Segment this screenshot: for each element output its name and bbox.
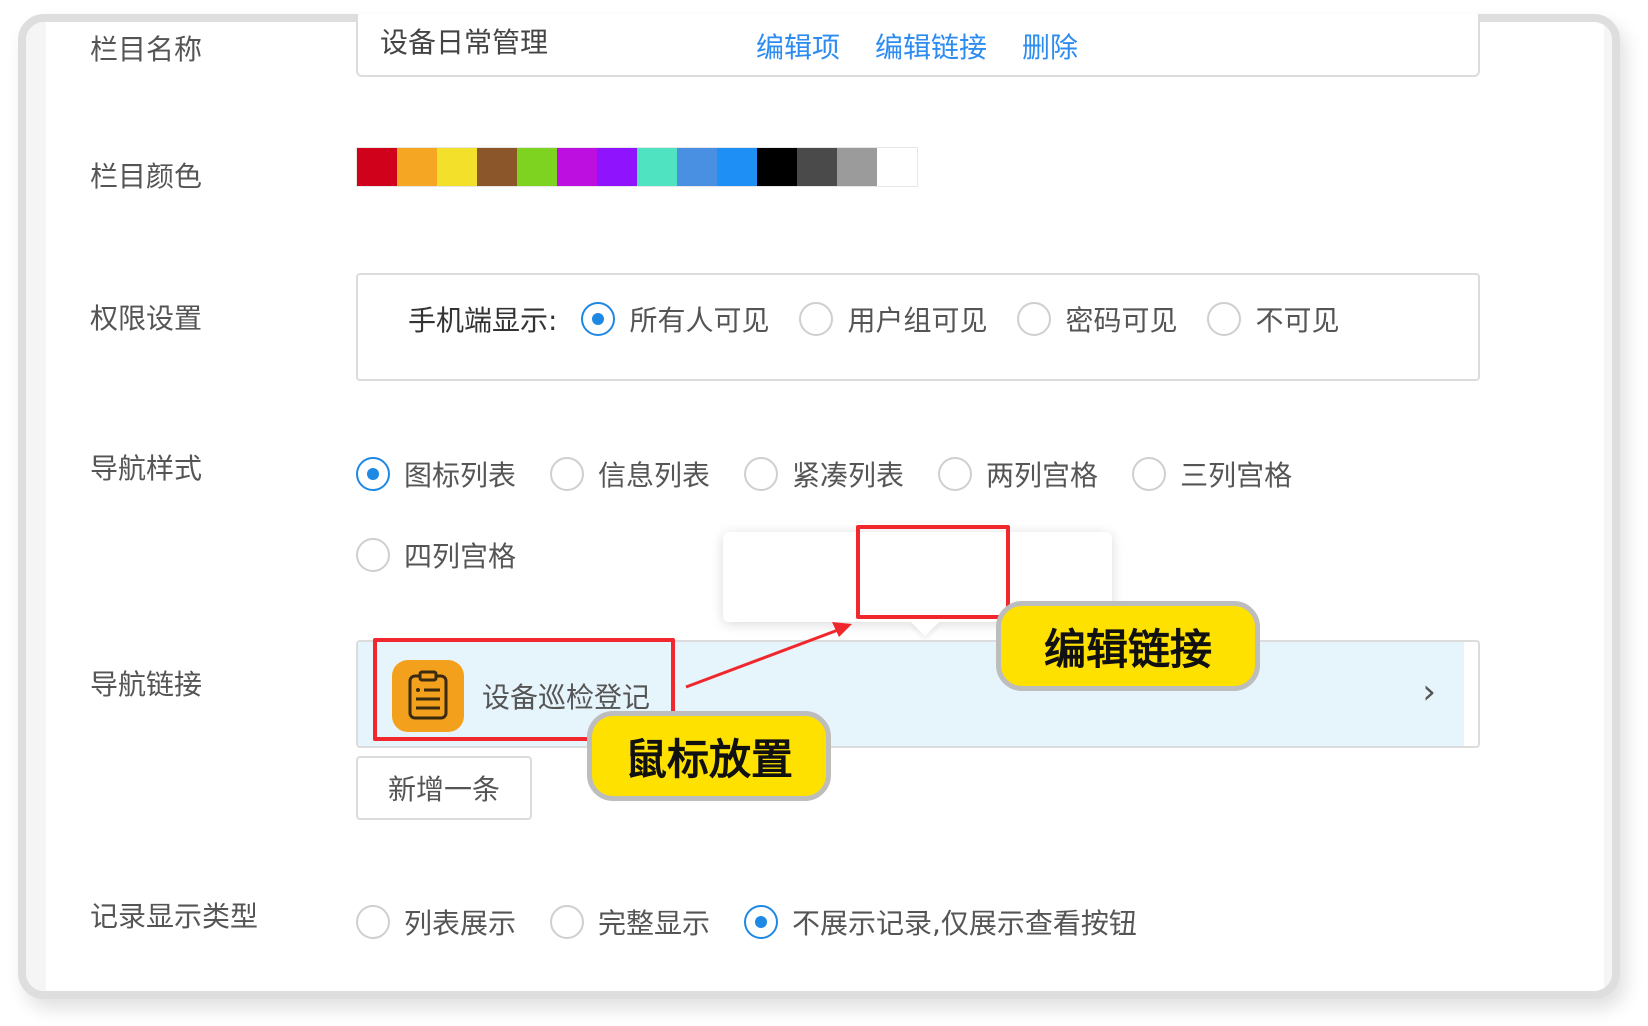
permission-box: 手机端显示: 所有人可见 用户组可见 密码可见 不可见 bbox=[356, 273, 1480, 381]
radio-button-only[interactable]: 不展示记录,仅展示查看按钮 bbox=[744, 902, 1137, 942]
nav-link-list: 设备巡检登记 › bbox=[356, 640, 1480, 748]
color-swatch[interactable] bbox=[637, 148, 677, 186]
radio-password-visible[interactable]: 密码可见 bbox=[1017, 299, 1177, 339]
radio-circle[interactable] bbox=[744, 457, 779, 491]
add-item-button[interactable]: 新增一条 bbox=[356, 756, 532, 820]
record-type-label: 记录显示类型 bbox=[90, 900, 259, 933]
radio-usergroup-visible[interactable]: 用户组可见 bbox=[799, 299, 987, 339]
radio-info-list[interactable]: 信息列表 bbox=[550, 454, 710, 494]
radio-label: 两列宫格 bbox=[986, 459, 1099, 492]
color-swatch[interactable] bbox=[677, 148, 717, 186]
color-label: 栏目颜色 bbox=[90, 160, 203, 193]
radio-label: 四列宫格 bbox=[404, 540, 517, 573]
name-label: 栏目名称 bbox=[90, 33, 203, 66]
color-swatch[interactable] bbox=[597, 148, 637, 186]
color-swatch[interactable] bbox=[757, 148, 797, 186]
radio-label: 图标列表 bbox=[404, 459, 517, 492]
radio-circle[interactable] bbox=[744, 905, 779, 939]
radio-label: 三列宫格 bbox=[1180, 459, 1293, 492]
nav-style-options: 图标列表 信息列表 紧凑列表 两列宫格 三列宫格 bbox=[356, 454, 1326, 494]
radio-label: 不可见 bbox=[1255, 304, 1340, 337]
document-icon bbox=[392, 660, 464, 732]
color-swatch[interactable] bbox=[357, 148, 397, 186]
radio-invisible[interactable]: 不可见 bbox=[1207, 299, 1340, 339]
radio-circle[interactable] bbox=[1207, 302, 1242, 336]
radio-circle[interactable] bbox=[356, 457, 390, 491]
permission-label: 权限设置 bbox=[90, 302, 203, 335]
edit-link-callout: 编辑链接 bbox=[996, 601, 1260, 691]
record-type-options: 列表展示 完整显示 不展示记录,仅展示查看按钮 bbox=[356, 902, 1171, 942]
nav-style-options-row2: 四列宫格 bbox=[356, 535, 516, 575]
left-gutter bbox=[26, 22, 46, 991]
color-swatch[interactable] bbox=[517, 148, 557, 186]
radio-label: 密码可见 bbox=[1065, 304, 1178, 337]
radio-circle[interactable] bbox=[1017, 302, 1052, 336]
color-palette bbox=[356, 147, 918, 187]
radio-icon-list[interactable]: 图标列表 bbox=[356, 454, 516, 494]
radio-label: 列表展示 bbox=[404, 907, 517, 940]
color-swatch[interactable] bbox=[437, 148, 477, 186]
radio-label: 不展示记录,仅展示查看按钮 bbox=[792, 907, 1137, 940]
radio-circle[interactable] bbox=[581, 302, 616, 336]
radio-compact-list[interactable]: 紧凑列表 bbox=[744, 454, 904, 494]
nav-link-item[interactable]: 设备巡检登记 › bbox=[358, 642, 1464, 746]
radio-label: 紧凑列表 bbox=[792, 459, 905, 492]
color-swatch[interactable] bbox=[557, 148, 597, 186]
hover-callout: 鼠标放置 bbox=[587, 711, 831, 801]
nav-link-item-text: 设备巡检登记 bbox=[482, 681, 651, 714]
radio-label: 所有人可见 bbox=[629, 304, 770, 337]
color-swatch[interactable] bbox=[797, 148, 837, 186]
edit-item-link[interactable]: 编辑项 bbox=[756, 26, 840, 66]
color-swatch[interactable] bbox=[397, 148, 437, 186]
color-swatch[interactable] bbox=[717, 148, 757, 186]
radio-circle[interactable] bbox=[356, 538, 390, 572]
radio-circle[interactable] bbox=[799, 302, 834, 336]
radio-four-col-grid[interactable]: 四列宫格 bbox=[356, 535, 516, 575]
chevron-right-icon: › bbox=[1422, 672, 1436, 712]
radio-full-display[interactable]: 完整显示 bbox=[550, 902, 710, 942]
radio-label: 信息列表 bbox=[598, 459, 711, 492]
radio-circle[interactable] bbox=[550, 457, 585, 491]
delete-link[interactable]: 删除 bbox=[1022, 26, 1078, 66]
mobile-display-title: 手机端显示: bbox=[408, 304, 558, 337]
right-gutter bbox=[1604, 22, 1612, 991]
radio-circle[interactable] bbox=[550, 905, 585, 939]
radio-label: 用户组可见 bbox=[847, 304, 988, 337]
radio-circle[interactable] bbox=[1132, 457, 1167, 491]
radio-three-col-grid[interactable]: 三列宫格 bbox=[1132, 454, 1292, 494]
radio-list-display[interactable]: 列表展示 bbox=[356, 902, 516, 942]
color-swatch[interactable] bbox=[477, 148, 517, 186]
radio-circle[interactable] bbox=[938, 457, 973, 491]
radio-circle[interactable] bbox=[356, 905, 390, 939]
color-swatch[interactable] bbox=[877, 148, 917, 186]
nav-style-label: 导航样式 bbox=[90, 452, 203, 485]
radio-label: 完整显示 bbox=[598, 907, 711, 940]
color-swatch[interactable] bbox=[837, 148, 877, 186]
radio-two-col-grid[interactable]: 两列宫格 bbox=[938, 454, 1098, 494]
radio-everyone-visible[interactable]: 所有人可见 bbox=[581, 299, 769, 339]
edit-link-link[interactable]: 编辑链接 bbox=[875, 26, 987, 66]
nav-link-label: 导航链接 bbox=[90, 668, 203, 701]
